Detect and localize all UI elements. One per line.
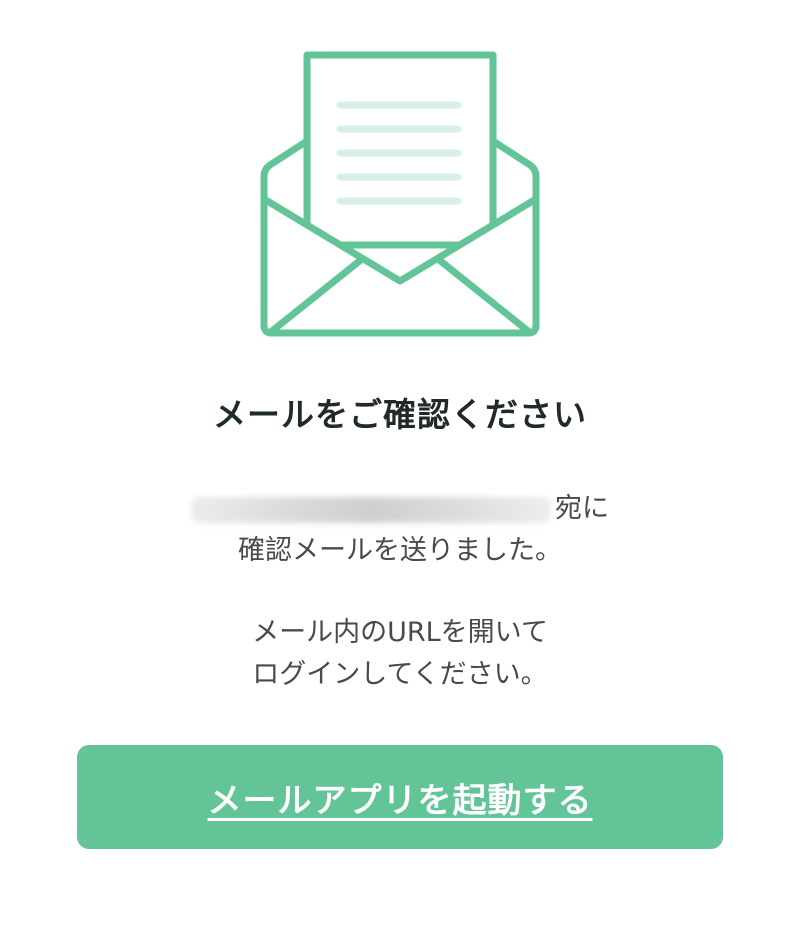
- sent-line: 確認メールを送りました。: [238, 535, 562, 566]
- email-suffix: 宛に: [555, 493, 609, 524]
- sent-message: 宛に 確認メールを送りました。: [0, 488, 800, 572]
- login-line: ログインしてください。: [252, 659, 548, 690]
- open-url-line: メール内のURLを開いて: [252, 617, 548, 648]
- redacted-email-address: [191, 496, 551, 523]
- email-line: 宛に: [0, 488, 800, 530]
- email-confirmation-screen: メールをご確認ください 宛に 確認メールを送りました。 メール内のURLを開いて…: [0, 0, 800, 932]
- open-mail-app-button-label: メールアプリを起動する: [207, 780, 593, 821]
- page-title: メールをご確認ください: [213, 395, 587, 434]
- open-envelope-icon: [260, 51, 540, 337]
- instruction-message: メール内のURLを開いて ログインしてください。: [0, 612, 800, 696]
- open-mail-app-button[interactable]: メールアプリを起動する: [77, 745, 723, 849]
